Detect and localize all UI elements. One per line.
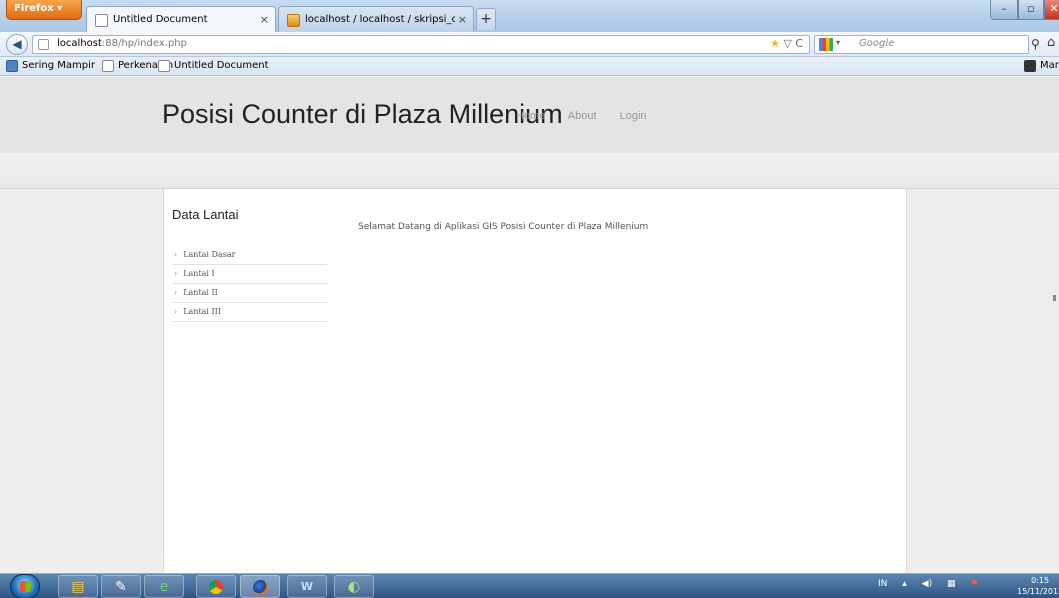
tools-taskbar-icon[interactable]: ✎ — [101, 575, 141, 598]
floor-list: › Lantai Dasar › Lantai I › Lantai II › Lant… — [172, 246, 327, 322]
bookmarks-icon — [1024, 60, 1036, 72]
word-taskbar-icon[interactable]: W — [287, 575, 327, 598]
site-nav: Home About Login — [516, 110, 667, 122]
sub-header-band — [0, 153, 1059, 189]
minimize-button[interactable]: – — [990, 0, 1018, 20]
scrollbar-marker[interactable] — [1053, 295, 1056, 301]
blank-page-icon — [158, 60, 170, 72]
windows-taskbar: ▤ ✎ e W ◐ IN ▴ ◀) ▦ ⚑ 0:15 15/11/2013 — [0, 573, 1059, 598]
blank-page-icon — [95, 14, 108, 27]
bookmark-star-icon[interactable]: ★ — [770, 37, 780, 50]
bookmark-untitled-document[interactable]: Untitled Document — [158, 60, 269, 72]
address-bar[interactable]: localhost:88/hp/index.php ★ ▽ C — [32, 35, 810, 54]
firefox-taskbar-icon[interactable] — [240, 575, 280, 598]
new-tab-button[interactable]: + — [476, 8, 496, 30]
nav-home-link[interactable]: Home — [516, 110, 545, 122]
language-indicator[interactable]: IN — [878, 579, 887, 589]
tab-label: Untitled Document — [113, 14, 208, 25]
tab-phpmyadmin[interactable]: localhost / localhost / skripsi_counter.… — [278, 6, 474, 32]
maximize-button[interactable]: ▫ — [1018, 0, 1044, 20]
explorer-taskbar-icon[interactable]: ▤ — [58, 575, 98, 598]
engine-dropdown-icon[interactable]: ▾ — [836, 38, 840, 47]
main-content: Data Lantai › Lantai Dasar › Lantai I › Lan… — [163, 189, 907, 573]
bookmark-folder-icon — [6, 60, 18, 72]
ie-taskbar-icon[interactable]: e — [144, 575, 184, 598]
close-tab-icon[interactable]: × — [260, 13, 269, 26]
nav-login-link[interactable]: Login — [620, 110, 647, 122]
site-identity-icon[interactable] — [38, 39, 49, 50]
tab-strip: Firefox ▾ Untitled Document × localhost … — [0, 0, 1059, 32]
google-icon[interactable] — [819, 38, 833, 51]
back-arrow-icon[interactable]: ◀ — [6, 34, 28, 55]
search-placeholder: Google — [859, 38, 895, 49]
bookmarks-menu-button[interactable]: Marka — [1024, 60, 1059, 72]
system-tray: IN ▴ ◀) ▦ ⚑ — [878, 579, 990, 589]
network-icon[interactable]: ▦ — [947, 579, 956, 589]
chevron-right-icon: › — [174, 269, 178, 278]
clock-date: 15/11/2013 — [1017, 587, 1059, 596]
url-host: localhost — [57, 38, 102, 49]
search-input[interactable]: ▾ Google — [814, 35, 1029, 54]
phpmyadmin-icon — [287, 14, 300, 27]
floor-link-lantai-i[interactable]: › Lantai I — [172, 265, 327, 284]
welcome-message: Selamat Datang di Aplikasi GIS Posisi Co… — [358, 222, 649, 232]
history-reload-icons[interactable]: ▽ C — [783, 37, 803, 50]
close-tab-icon[interactable]: × — [458, 13, 467, 26]
url-path: :88/hp/index.php — [101, 38, 187, 49]
clock-time: 0:15 — [1031, 576, 1050, 585]
home-icon[interactable]: ⌂ — [1047, 35, 1055, 50]
chrome-taskbar-icon[interactable] — [196, 575, 236, 598]
bookmark-sering-mampir[interactable]: Sering Mampir — [6, 60, 95, 72]
site-title: Posisi Counter di Plaza Millenium — [162, 99, 563, 129]
chevron-right-icon: › — [174, 288, 178, 297]
floor-link-lantai-ii[interactable]: › Lantai II — [172, 284, 327, 303]
nav-about-link[interactable]: About — [568, 110, 597, 122]
sidebar-title: Data Lantai — [172, 207, 239, 222]
close-window-button[interactable]: ✕ — [1044, 0, 1059, 20]
site-header: Posisi Counter di Plaza Millenium Home A… — [0, 77, 1059, 153]
floor-link-lantai-dasar[interactable]: › Lantai Dasar — [172, 246, 327, 265]
start-button[interactable] — [10, 574, 40, 598]
blank-page-icon — [102, 60, 114, 72]
tab-label: localhost / localhost / skripsi_counter.… — [305, 14, 455, 25]
security-alert-icon[interactable]: ⚑ — [970, 579, 978, 589]
navigation-toolbar: ◀ localhost:88/hp/index.php ★ ▽ C ▾ Goog… — [0, 32, 1059, 57]
web-page: Posisi Counter di Plaza Millenium Home A… — [0, 77, 1059, 573]
volume-icon[interactable]: ◀) — [922, 579, 932, 589]
taskbar-clock[interactable]: 0:15 15/11/2013 — [1017, 575, 1059, 597]
tab-untitled-document[interactable]: Untitled Document × — [86, 6, 276, 32]
app-taskbar-icon[interactable]: ◐ — [334, 575, 374, 598]
bookmarks-toolbar: Sering Mampir Perkenalan Untitled Docume… — [0, 57, 1059, 76]
floor-link-lantai-iii[interactable]: › Lantai III — [172, 303, 327, 322]
chevron-right-icon: › — [174, 307, 178, 316]
show-hidden-icons-icon[interactable]: ▴ — [902, 579, 907, 589]
chevron-right-icon: › — [174, 250, 178, 259]
search-magnifier-icon[interactable]: ⚲ — [1031, 37, 1040, 51]
firefox-menu-button[interactable]: Firefox ▾ — [6, 0, 82, 20]
